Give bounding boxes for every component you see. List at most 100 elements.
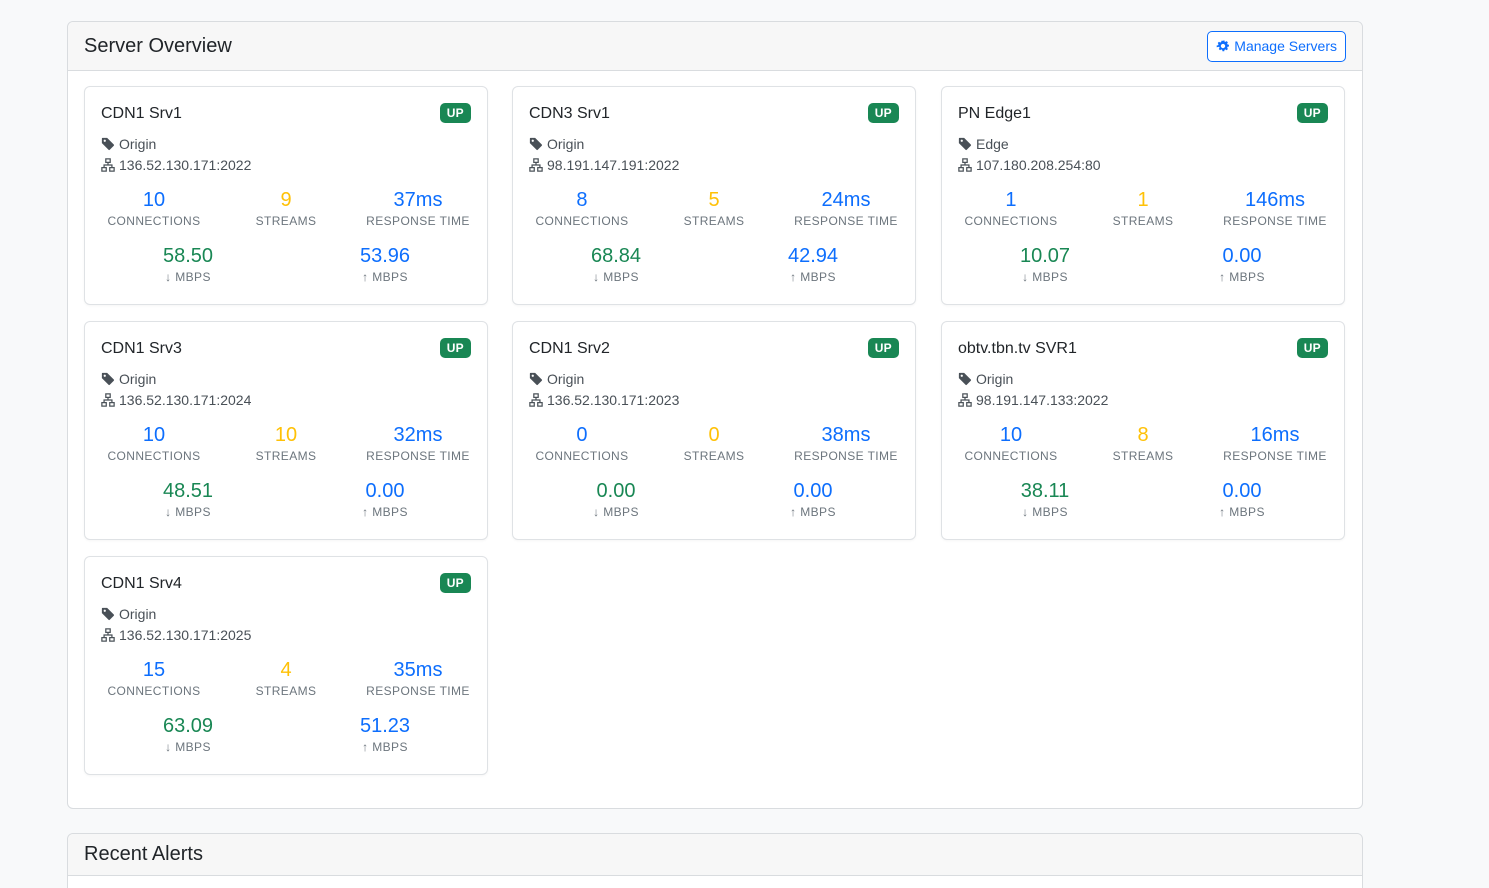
connections-label: CONNECTIONS xyxy=(107,684,201,698)
upload-mbps-label: ↑ MBPS xyxy=(790,270,836,284)
response-time-label: RESPONSE TIME xyxy=(366,214,470,228)
response-time-label: RESPONSE TIME xyxy=(1223,214,1327,228)
download-stat: 63.09 ↓ MBPS xyxy=(163,714,213,754)
streams-stat: 1 STREAMS xyxy=(1113,188,1174,228)
response-time-stat: 37ms RESPONSE TIME xyxy=(366,188,470,228)
server-card[interactable]: CDN1 Srv3 UP Origin 136.52.130.171:2024 … xyxy=(84,321,488,540)
response-time-stat: 146ms RESPONSE TIME xyxy=(1223,188,1327,228)
network-icon xyxy=(958,393,972,407)
connections-value: 1 xyxy=(1005,189,1017,211)
server-name: CDN3 Srv1 xyxy=(529,105,610,122)
server-card[interactable]: PN Edge1 UP Edge 107.180.208.254:80 1 CO… xyxy=(941,86,1345,305)
upload-stat: 0.00 ↑ MBPS xyxy=(790,479,836,519)
upload-mbps-label: ↑ MBPS xyxy=(1219,270,1265,284)
connections-value: 10 xyxy=(142,189,166,211)
upload-stat: 53.96 ↑ MBPS xyxy=(360,244,410,284)
server-card[interactable]: CDN3 Srv1 UP Origin 98.191.147.191:2022 … xyxy=(512,86,916,305)
tag-icon xyxy=(101,372,115,386)
upload-mbps-value: 42.94 xyxy=(787,245,839,267)
tag-icon xyxy=(529,137,543,151)
server-address-label: 98.191.147.133:2022 xyxy=(976,392,1109,408)
server-address: 98.191.147.133:2022 xyxy=(958,392,1108,408)
download-mbps-label: ↓ MBPS xyxy=(165,740,211,754)
server-type-label: Origin xyxy=(976,371,1014,387)
download-mbps-label: ↓ MBPS xyxy=(1022,505,1068,519)
server-name: CDN1 Srv3 xyxy=(101,340,182,357)
connections-value: 15 xyxy=(142,659,166,681)
streams-label: STREAMS xyxy=(1112,214,1174,228)
server-name: CDN1 Srv1 xyxy=(101,105,182,122)
connections-value: 8 xyxy=(576,189,588,211)
server-type-label: Edge xyxy=(976,136,1009,152)
server-card[interactable]: CDN1 Srv4 UP Origin 136.52.130.171:2025 … xyxy=(84,556,488,775)
server-address-label: 136.52.130.171:2025 xyxy=(119,627,252,643)
network-icon xyxy=(101,158,115,172)
upload-mbps-label: ↑ MBPS xyxy=(362,270,408,284)
streams-value: 0 xyxy=(708,424,720,446)
tag-icon xyxy=(958,137,972,151)
upload-mbps-value: 0.00 xyxy=(793,480,833,502)
download-mbps-value: 68.84 xyxy=(590,245,642,267)
connections-value: 0 xyxy=(576,424,588,446)
streams-stat: 0 STREAMS xyxy=(684,423,745,463)
connections-stat: 1 CONNECTIONS xyxy=(964,188,1057,228)
server-address: 136.52.130.171:2024 xyxy=(101,392,251,408)
streams-value: 8 xyxy=(1137,424,1149,446)
server-address: 136.52.130.171:2023 xyxy=(529,392,679,408)
download-mbps-value: 63.09 xyxy=(162,715,214,737)
response-time-stat: 38ms RESPONSE TIME xyxy=(794,423,898,463)
streams-label: STREAMS xyxy=(683,449,745,463)
upload-mbps-value: 0.00 xyxy=(1222,480,1262,502)
response-time-value: 38ms xyxy=(821,424,871,446)
response-time-label: RESPONSE TIME xyxy=(366,449,470,463)
server-type: Origin xyxy=(958,371,1013,387)
status-badge: UP xyxy=(439,338,471,358)
download-mbps-value: 38.11 xyxy=(1020,480,1070,502)
download-mbps-label: ↓ MBPS xyxy=(593,505,639,519)
network-icon xyxy=(529,158,543,172)
server-address-label: 136.52.130.171:2024 xyxy=(119,392,252,408)
tag-icon xyxy=(529,372,543,386)
status-badge: UP xyxy=(867,338,899,358)
streams-value: 5 xyxy=(708,189,720,211)
connections-stat: 10 CONNECTIONS xyxy=(107,423,200,463)
streams-value: 10 xyxy=(274,424,298,446)
manage-servers-button[interactable]: Manage Servers xyxy=(1207,30,1346,62)
server-overview-panel: Server Overview Manage Servers CDN1 Srv1… xyxy=(67,21,1363,809)
server-type-label: Origin xyxy=(119,371,157,387)
server-card[interactable]: obtv.tbn.tv SVR1 UP Origin 98.191.147.13… xyxy=(941,321,1345,540)
server-name: CDN1 Srv4 xyxy=(101,575,182,592)
status-badge: UP xyxy=(1296,103,1328,123)
download-mbps-value: 0.00 xyxy=(596,480,636,502)
download-mbps-label: ↓ MBPS xyxy=(165,270,211,284)
connections-label: CONNECTIONS xyxy=(535,449,629,463)
response-time-stat: 32ms RESPONSE TIME xyxy=(366,423,470,463)
upload-stat: 0.00 ↑ MBPS xyxy=(362,479,408,519)
server-address: 136.52.130.171:2025 xyxy=(101,627,251,643)
upload-mbps-value: 0.00 xyxy=(1222,245,1262,267)
upload-mbps-label: ↑ MBPS xyxy=(362,740,408,754)
tag-icon xyxy=(101,607,115,621)
status-badge: UP xyxy=(439,103,471,123)
server-card[interactable]: CDN1 Srv2 UP Origin 136.52.130.171:2023 … xyxy=(512,321,916,540)
server-address: 98.191.147.191:2022 xyxy=(529,157,679,173)
upload-mbps-value: 51.23 xyxy=(359,715,411,737)
streams-stat: 8 STREAMS xyxy=(1113,423,1174,463)
server-card[interactable]: CDN1 Srv1 UP Origin 136.52.130.171:2022 … xyxy=(84,86,488,305)
streams-value: 1 xyxy=(1137,189,1149,211)
download-mbps-value: 10.07 xyxy=(1019,245,1071,267)
upload-stat: 42.94 ↑ MBPS xyxy=(788,244,838,284)
connections-label: CONNECTIONS xyxy=(964,449,1058,463)
status-badge: UP xyxy=(439,573,471,593)
streams-label: STREAMS xyxy=(1112,449,1174,463)
streams-label: STREAMS xyxy=(255,449,317,463)
download-mbps-label: ↓ MBPS xyxy=(165,505,211,519)
download-stat: 68.84 ↓ MBPS xyxy=(591,244,641,284)
response-time-value: 35ms xyxy=(393,659,443,681)
connections-stat: 15 CONNECTIONS xyxy=(107,658,200,698)
streams-value: 9 xyxy=(280,189,292,211)
download-stat: 0.00 ↓ MBPS xyxy=(593,479,639,519)
streams-label: STREAMS xyxy=(683,214,745,228)
server-type: Edge xyxy=(958,136,1009,152)
server-address-label: 98.191.147.191:2022 xyxy=(547,157,680,173)
